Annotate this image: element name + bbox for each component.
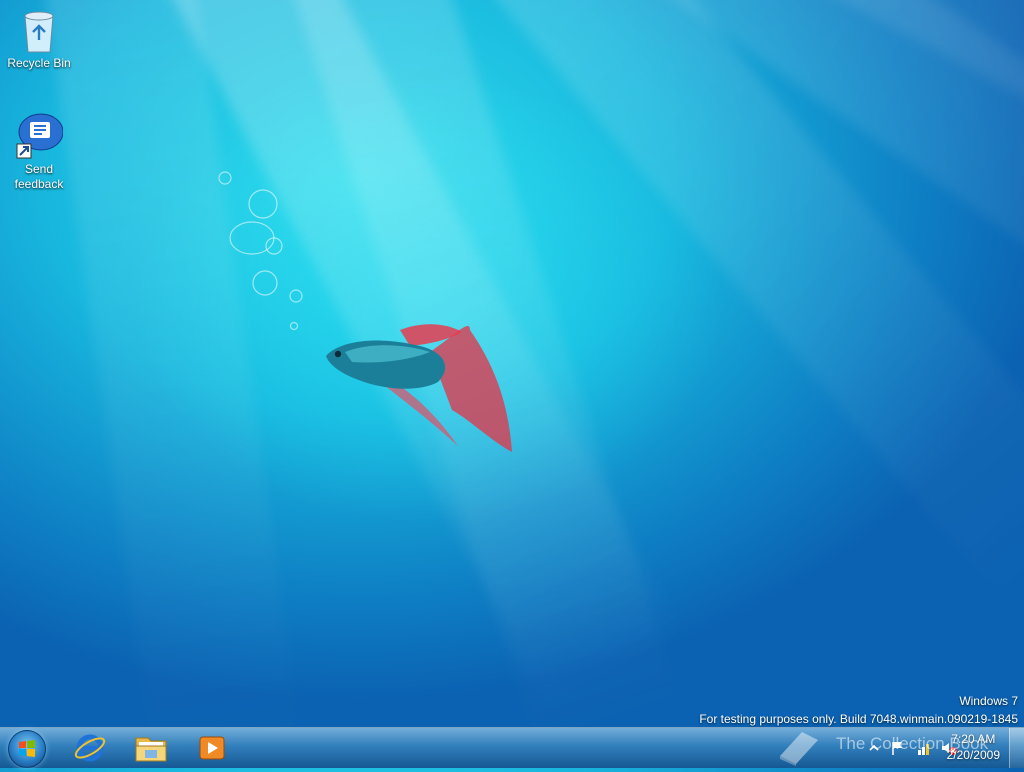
show-desktop-button[interactable] [1009, 728, 1024, 768]
internet-explorer-icon [74, 734, 106, 762]
recycle-bin-label: Recycle Bin [7, 56, 71, 70]
start-button[interactable] [8, 730, 46, 768]
send-feedback-label: Send feedback [14, 162, 64, 191]
system-tray: 7:20 AM 2/20/2009 [824, 728, 1024, 768]
fish [326, 324, 512, 452]
taskbar-clock[interactable]: 7:20 AM 2/20/2009 [947, 731, 1000, 763]
build-watermark-line2: For testing purposes only. Build 7048.wi… [699, 712, 1018, 726]
taskbar-media-player[interactable] [186, 730, 238, 766]
windows-start-orb-icon [19, 740, 35, 757]
network-icon[interactable] [916, 740, 932, 756]
recycle-bin-icon [24, 11, 54, 53]
media-player-icon [199, 736, 225, 760]
bubbles [218, 171, 303, 331]
send-feedback-icon [16, 113, 63, 159]
action-center-flag-icon[interactable] [890, 740, 906, 756]
taskbar-internet-explorer[interactable] [64, 730, 116, 766]
build-watermark-line1: Windows 7 [959, 694, 1018, 708]
windows-explorer-icon [135, 737, 167, 762]
wallpaper-betta-fish [218, 171, 512, 452]
taskbar: 7:20 AM 2/20/2009 [0, 727, 1024, 768]
desktop-icon-send-feedback[interactable]: Send feedback [3, 112, 75, 192]
clock-date: 2/20/2009 [946, 748, 1000, 762]
clock-time: 7:20 AM [951, 732, 996, 746]
show-hidden-icons-chevron[interactable] [868, 742, 880, 754]
desktop-icon-recycle-bin[interactable]: Recycle Bin [3, 8, 75, 71]
taskbar-windows-explorer[interactable] [125, 730, 177, 766]
